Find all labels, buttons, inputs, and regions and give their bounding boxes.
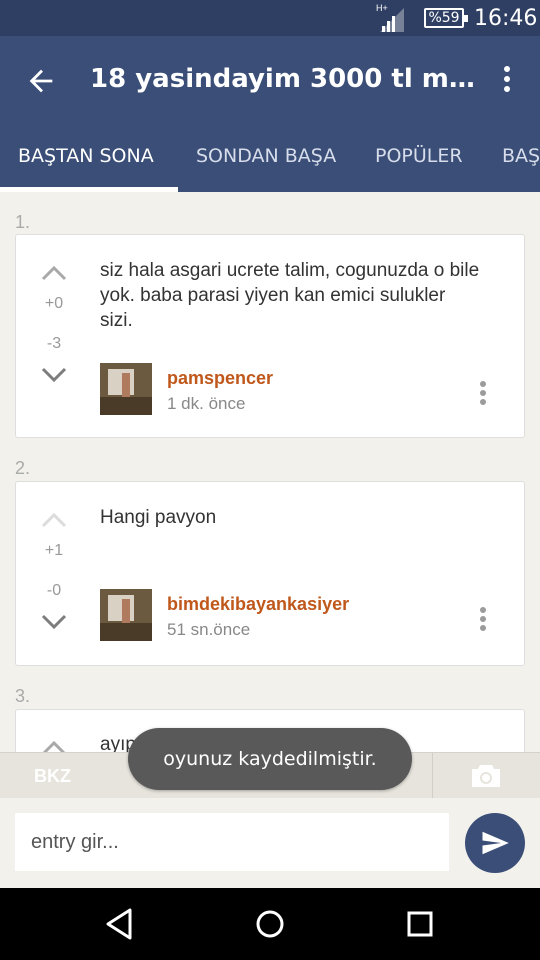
- nav-back-icon[interactable]: [102, 906, 138, 942]
- upvote-icon[interactable]: [40, 263, 68, 283]
- more-vert-icon[interactable]: [476, 604, 490, 636]
- entry-number: 2.: [15, 458, 31, 478]
- send-button[interactable]: [465, 813, 525, 873]
- tab-sondan-basa[interactable]: SONDAN BAŞA: [196, 124, 336, 192]
- system-nav-bar: [0, 888, 540, 960]
- active-tab-indicator: [0, 187, 178, 192]
- bkz-button[interactable]: BKZ: [34, 766, 71, 787]
- battery-indicator: %59: [424, 8, 468, 28]
- more-vert-icon[interactable]: [476, 378, 490, 410]
- arrow-back-icon[interactable]: [24, 64, 58, 98]
- toolbar-divider: [432, 753, 433, 799]
- entry-timestamp: 1 dk. önce: [167, 394, 246, 413]
- page-title: 18 yasindayim 3000 tl maas alıyorum: [90, 64, 480, 94]
- entry-text: siz hala asgari ucrete talim, cogunuzda …: [100, 260, 480, 331]
- downvote-count: -3: [46, 335, 62, 352]
- nav-recents-icon[interactable]: [402, 906, 438, 942]
- upvote-count: +0: [44, 295, 64, 312]
- tab-populer[interactable]: POPÜLER: [375, 124, 463, 192]
- entry-card: +0 -3 siz hala asgari ucrete talim, cogu…: [15, 234, 525, 438]
- app-bar: 18 yasindayim 3000 tl maas alıyorum: [0, 36, 540, 124]
- tab-bastan-sona[interactable]: BAŞTAN SONA: [18, 124, 154, 192]
- downvote-icon[interactable]: [40, 612, 68, 632]
- entry-timestamp: 51 sn.önce: [167, 620, 251, 639]
- downvote-count: -0: [46, 582, 62, 599]
- avatar[interactable]: [100, 363, 152, 415]
- entry-number: 1.: [15, 212, 31, 232]
- camera-icon[interactable]: [470, 763, 502, 789]
- tab-baslik[interactable]: BAŞLIK: [502, 124, 540, 192]
- entry-text: Hangi pavyon: [100, 507, 217, 528]
- entry-composer: [0, 798, 540, 888]
- entry-input[interactable]: [15, 813, 449, 871]
- upvote-count: +1: [44, 542, 64, 559]
- downvote-icon[interactable]: [40, 365, 68, 385]
- toast-message: oyunuz kaydedilmiştir.: [128, 728, 412, 790]
- more-vert-icon[interactable]: [494, 62, 520, 100]
- entry-card: +1 -0 Hangi pavyon bimdekibayankasiyer 5…: [15, 481, 525, 666]
- author-link[interactable]: pamspencer: [167, 368, 273, 389]
- entry-number: 3.: [15, 686, 31, 706]
- avatar[interactable]: [100, 589, 152, 641]
- author-link[interactable]: bimdekibayankasiyer: [167, 594, 349, 615]
- nav-home-icon[interactable]: [252, 906, 288, 942]
- status-bar: H+ %59 16:46: [0, 0, 540, 36]
- clock: 16:46: [474, 6, 538, 31]
- tab-bar: BAŞTAN SONA SONDAN BAŞA POPÜLER BAŞLIK: [0, 124, 540, 192]
- send-icon: [482, 831, 509, 855]
- upvote-icon[interactable]: [40, 510, 68, 530]
- signal-icon: [380, 8, 404, 32]
